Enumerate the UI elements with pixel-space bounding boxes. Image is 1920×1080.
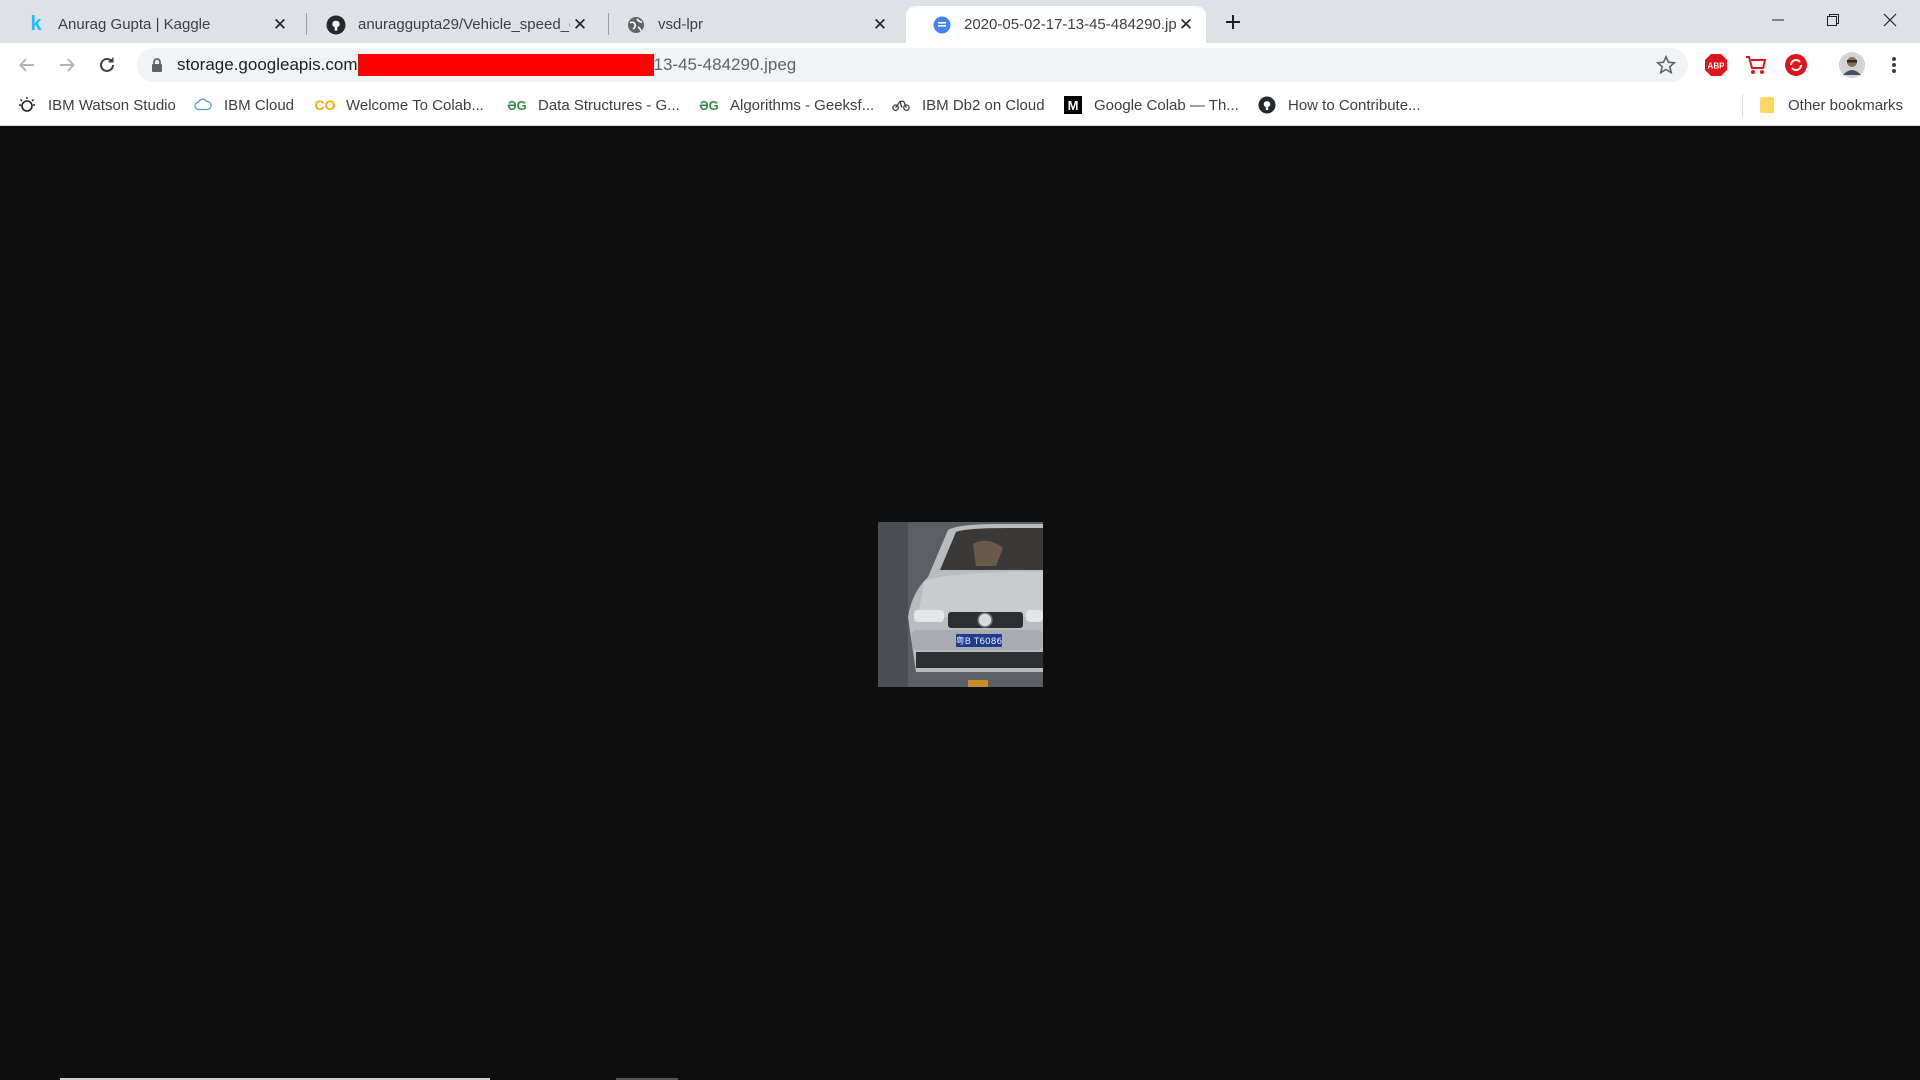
bookmark-label: How to Contribute...: [1288, 96, 1421, 114]
url-text[interactable]: storage.googleapis.com 13-45-484290.jpeg: [177, 48, 796, 82]
bookmark-label: IBM Watson Studio: [48, 96, 176, 114]
minimize-button[interactable]: [1754, 0, 1802, 40]
bookmark-label: IBM Db2 on Cloud: [922, 96, 1045, 114]
globe-icon: [626, 15, 646, 35]
tab-title: anuraggupta29/Vehicle_speed_d: [358, 16, 570, 33]
sync-icon: [1785, 54, 1807, 76]
tab-title: 2020-05-02-17-13-45-484290.jpe: [964, 16, 1176, 33]
svg-text:ABP: ABP: [1708, 62, 1726, 71]
sync-extension-button[interactable]: [1782, 51, 1810, 79]
tab-title: Anurag Gupta | Kaggle: [58, 16, 211, 33]
bookmark-data-structures[interactable]: ƏG Data Structures - G...: [507, 86, 680, 124]
restore-button[interactable]: [1809, 0, 1857, 40]
image-viewer: 粤B T6086: [0, 127, 1920, 1080]
more-vertical-icon: [1892, 57, 1896, 73]
shopping-cart-icon: [1746, 56, 1767, 74]
browser-menu-button[interactable]: [1880, 51, 1908, 79]
other-bookmarks-folder[interactable]: Other bookmarks: [1758, 86, 1903, 124]
shopping-cart-extension-button[interactable]: [1742, 51, 1770, 79]
bookmark-how-to-contribute[interactable]: How to Contribute...: [1258, 86, 1421, 124]
adblock-extension-button[interactable]: ABP: [1702, 51, 1730, 79]
bookmark-ibm-watson-studio[interactable]: IBM Watson Studio: [18, 86, 176, 124]
close-tab-icon[interactable]: ✕: [270, 15, 290, 35]
license-plate-text: 粤B T6086: [956, 635, 1003, 647]
address-bar[interactable]: storage.googleapis.com 13-45-484290.jpeg: [137, 48, 1688, 82]
browser-toolbar: storage.googleapis.com 13-45-484290.jpeg…: [0, 43, 1920, 86]
profile-avatar-button[interactable]: [1838, 51, 1866, 79]
bookmark-google-colab-medium[interactable]: M Google Colab — Th...: [1064, 86, 1239, 124]
url-path: 13-45-484290.jpeg: [653, 55, 797, 74]
adblock-icon: ABP: [1705, 54, 1727, 76]
bookmark-ibm-cloud[interactable]: IBM Cloud: [194, 86, 294, 124]
bookmark-ibm-db2[interactable]: IBM Db2 on Cloud: [892, 86, 1045, 124]
lock-icon: [152, 58, 162, 72]
reload-button[interactable]: [91, 49, 123, 81]
forward-arrow-icon: [60, 58, 75, 72]
plus-icon: [1226, 15, 1240, 29]
restore-icon: [1827, 14, 1839, 26]
bookmark-algorithms[interactable]: ƏG Algorithms - Geeksf...: [699, 86, 875, 124]
new-tab-button[interactable]: [1218, 8, 1248, 36]
other-bookmarks-label: Other bookmarks: [1788, 96, 1904, 114]
geeksforgeeks-icon: ƏG: [507, 97, 527, 113]
geeksforgeeks-icon: ƏG: [699, 97, 719, 113]
medium-icon: M: [1064, 96, 1082, 114]
bookmark-star-icon[interactable]: [1656, 55, 1676, 75]
close-tab-icon[interactable]: ✕: [1176, 15, 1196, 35]
bookmarks-separator: [1742, 94, 1743, 116]
bookmarks-bar: IBM Watson Studio IBM Cloud CO Welcome T…: [0, 86, 1920, 126]
vehicle-image[interactable]: 粤B T6086: [878, 522, 1043, 687]
docs-icon: [932, 15, 952, 35]
avatar: [1839, 52, 1865, 78]
tab-image-active[interactable]: 2020-05-02-17-13-45-484290.jpe ✕: [906, 6, 1206, 43]
back-button[interactable]: [11, 49, 43, 81]
colab-icon: CO: [314, 97, 336, 113]
bookmark-colab[interactable]: CO Welcome To Colab...: [314, 86, 484, 124]
minimize-icon: [1772, 19, 1784, 21]
ibm-watson-icon: [18, 96, 36, 114]
tab-strip: k Anurag Gupta | Kaggle ✕ anuraggupta29/…: [0, 0, 1920, 43]
close-icon: [1883, 13, 1897, 27]
reload-icon: [100, 57, 114, 72]
close-window-button[interactable]: [1866, 0, 1914, 40]
back-arrow-icon: [19, 58, 34, 72]
forward-button[interactable]: [51, 49, 83, 81]
db2-icon: [892, 96, 910, 114]
tab-vsd-lpr[interactable]: vsd-lpr ✕: [600, 6, 900, 43]
tab-github[interactable]: anuraggupta29/Vehicle_speed_d ✕: [300, 6, 600, 43]
bookmark-label: Algorithms - Geeksf...: [730, 96, 875, 114]
bookmark-label: Google Colab — Th...: [1094, 96, 1239, 114]
bookmark-label: Data Structures - G...: [538, 96, 680, 114]
redaction-box: [357, 54, 654, 76]
close-tab-icon[interactable]: ✕: [870, 15, 890, 35]
cloud-icon: [194, 96, 212, 114]
bookmark-label: Welcome To Colab...: [346, 96, 484, 114]
car-picture: 粤B T6086: [878, 522, 1043, 687]
github-icon: [326, 15, 346, 35]
folder-icon: [1758, 96, 1776, 114]
tab-kaggle[interactable]: k Anurag Gupta | Kaggle ✕: [0, 6, 300, 43]
github-icon: [1258, 96, 1276, 114]
close-tab-icon[interactable]: ✕: [570, 15, 590, 35]
tab-title: vsd-lpr: [658, 16, 704, 33]
kaggle-icon: k: [30, 13, 42, 35]
bookmark-label: IBM Cloud: [224, 96, 295, 114]
url-host: storage.googleapis.com: [177, 55, 358, 74]
